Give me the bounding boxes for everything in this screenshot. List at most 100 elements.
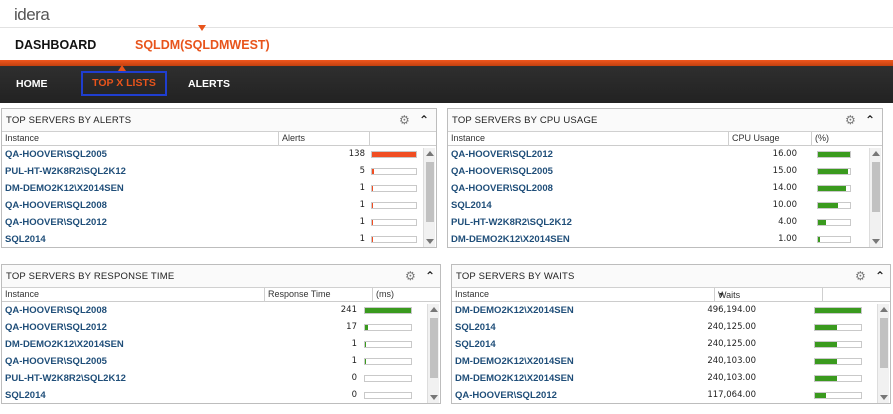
column-waits[interactable]: Waits ▼ bbox=[718, 289, 740, 300]
metric-bar-fill bbox=[818, 186, 846, 191]
instance-link[interactable]: SQL2014 bbox=[455, 322, 496, 333]
instance-link[interactable]: PUL-HT-W2K8R2\SQL2K12 bbox=[5, 373, 126, 384]
instance-link[interactable]: DM-DEMO2K12\X2014SEN bbox=[455, 305, 574, 316]
instance-link[interactable]: DM-DEMO2K12\X2014SEN bbox=[5, 339, 124, 350]
instance-link[interactable]: QA-HOOVER\SQL2008 bbox=[5, 200, 107, 211]
scroll-thumb[interactable] bbox=[880, 318, 888, 368]
table-row[interactable]: DM-DEMO2K12\X2014SEN 1 bbox=[2, 180, 436, 197]
table-row[interactable]: SQL2014 0 bbox=[2, 387, 440, 403]
instance-link[interactable]: PUL-HT-W2K8R2\SQL2K12 bbox=[451, 217, 572, 228]
dashboard-link[interactable]: DASHBOARD bbox=[15, 38, 96, 52]
gear-icon[interactable]: ⚙ bbox=[405, 270, 417, 282]
scroll-up-icon[interactable] bbox=[872, 151, 880, 156]
metric-value: 240,103.00 bbox=[707, 356, 756, 366]
metric-bar bbox=[371, 151, 417, 158]
nav-alerts[interactable]: ALERTS bbox=[188, 78, 230, 90]
scroll-thumb[interactable] bbox=[426, 162, 434, 222]
instance-link[interactable]: QA-HOOVER\SQL2012 bbox=[451, 149, 553, 160]
panel-header: TOP SERVERS BY WAITS ⚙ ⌃ bbox=[452, 265, 890, 288]
panel-top-servers-by-cpu-usage: TOP SERVERS BY CPU USAGE ⚙ ⌃ Instance CP… bbox=[447, 108, 883, 248]
table-row[interactable]: DM-DEMO2K12\X2014SEN 240,103.00 bbox=[452, 353, 890, 370]
instance-link[interactable]: DM-DEMO2K12\X2014SEN bbox=[5, 183, 124, 194]
metric-bar-fill bbox=[365, 325, 369, 330]
brand-bar: idera bbox=[0, 0, 893, 28]
chevron-up-icon[interactable]: ⌃ bbox=[425, 269, 437, 283]
scrollbar[interactable] bbox=[423, 148, 435, 247]
scroll-down-icon[interactable] bbox=[426, 239, 434, 244]
instance-link[interactable]: DM-DEMO2K12\X2014SEN bbox=[455, 373, 574, 384]
column-instance[interactable]: Instance bbox=[451, 133, 485, 143]
metric-bar bbox=[814, 392, 862, 399]
column-instance[interactable]: Instance bbox=[5, 133, 39, 143]
table-row[interactable]: DM-DEMO2K12\X2014SEN 240,103.00 bbox=[452, 370, 890, 387]
table-row[interactable]: DM-DEMO2K12\X2014SEN 1.00 bbox=[448, 231, 882, 247]
table-row[interactable]: QA-HOOVER\SQL2008 1 bbox=[2, 197, 436, 214]
panel-top-servers-by-waits: TOP SERVERS BY WAITS ⚙ ⌃ Instance Waits … bbox=[451, 264, 891, 404]
table-row[interactable]: QA-HOOVER\SQL2008 241 bbox=[2, 302, 440, 319]
scrollbar[interactable] bbox=[877, 304, 889, 403]
table-row[interactable]: SQL2014 1 bbox=[2, 231, 436, 247]
scrollbar[interactable] bbox=[869, 148, 881, 247]
instance-link[interactable]: QA-HOOVER\SQL2008 bbox=[451, 183, 553, 194]
instance-link[interactable]: DM-DEMO2K12\X2014SEN bbox=[455, 356, 574, 367]
instance-link[interactable]: PUL-HT-W2K8R2\SQL2K12 bbox=[5, 166, 126, 177]
scroll-down-icon[interactable] bbox=[430, 395, 438, 400]
metric-bar bbox=[371, 219, 417, 226]
table-row[interactable]: PUL-HT-W2K8R2\SQL2K12 0 bbox=[2, 370, 440, 387]
table-row[interactable]: PUL-HT-W2K8R2\SQL2K12 5 bbox=[2, 163, 436, 180]
table-row[interactable]: QA-HOOVER\SQL2012 17 bbox=[2, 319, 440, 336]
gear-icon[interactable]: ⚙ bbox=[855, 270, 867, 282]
table-row[interactable]: QA-HOOVER\SQL2005 1 bbox=[2, 353, 440, 370]
metric-value: 117,064.00 bbox=[707, 390, 756, 400]
table-row[interactable]: QA-HOOVER\SQL2012 117,064.00 bbox=[452, 387, 890, 403]
table-row[interactable]: QA-HOOVER\SQL2012 1 bbox=[2, 214, 436, 231]
scroll-up-icon[interactable] bbox=[430, 307, 438, 312]
table-row[interactable]: DM-DEMO2K12\X2014SEN 1 bbox=[2, 336, 440, 353]
nav-top-x-lists[interactable]: TOP X LISTS bbox=[81, 65, 167, 96]
chevron-up-icon[interactable]: ⌃ bbox=[419, 113, 431, 127]
chevron-up-icon[interactable]: ⌃ bbox=[865, 113, 877, 127]
chevron-up-icon[interactable]: ⌃ bbox=[875, 269, 887, 283]
table-row[interactable]: QA-HOOVER\SQL2008 14.00 bbox=[448, 180, 882, 197]
instance-link[interactable]: QA-HOOVER\SQL2012 bbox=[455, 390, 557, 401]
table-row[interactable]: PUL-HT-W2K8R2\SQL2K12 4.00 bbox=[448, 214, 882, 231]
scroll-down-icon[interactable] bbox=[872, 239, 880, 244]
table-row[interactable]: QA-HOOVER\SQL2012 16.00 bbox=[448, 146, 882, 163]
scroll-up-icon[interactable] bbox=[426, 151, 434, 156]
gear-icon[interactable]: ⚙ bbox=[399, 114, 411, 126]
table-row[interactable]: QA-HOOVER\SQL2005 15.00 bbox=[448, 163, 882, 180]
column-instance[interactable]: Instance bbox=[5, 289, 39, 299]
table-row[interactable]: SQL2014 10.00 bbox=[448, 197, 882, 214]
instance-link[interactable]: QA-HOOVER\SQL2005 bbox=[451, 166, 553, 177]
column-response-time[interactable]: Response Time bbox=[268, 289, 331, 299]
gear-icon[interactable]: ⚙ bbox=[845, 114, 857, 126]
column-cpu-usage[interactable]: CPU Usage bbox=[732, 133, 780, 143]
scroll-thumb[interactable] bbox=[430, 318, 438, 378]
table-row[interactable]: SQL2014 240,125.00 bbox=[452, 336, 890, 353]
panel-header: TOP SERVERS BY RESPONSE TIME ⚙ ⌃ bbox=[2, 265, 440, 288]
instance-link[interactable]: QA-HOOVER\SQL2005 bbox=[5, 149, 107, 160]
nav-home[interactable]: HOME bbox=[16, 78, 48, 90]
metric-bar bbox=[371, 185, 417, 192]
metric-value: 4.00 bbox=[778, 217, 797, 227]
column-instance[interactable]: Instance bbox=[455, 289, 489, 299]
instance-link[interactable]: DM-DEMO2K12\X2014SEN bbox=[451, 234, 570, 245]
scrollbar[interactable] bbox=[427, 304, 439, 403]
column-alerts[interactable]: Alerts bbox=[282, 133, 305, 143]
table-row[interactable]: QA-HOOVER\SQL2005 138 bbox=[2, 146, 436, 163]
instance-link[interactable]: SQL2014 bbox=[5, 390, 46, 401]
instance-selector[interactable]: SQLDM(SQLDMWEST) bbox=[135, 38, 270, 52]
scroll-down-icon[interactable] bbox=[880, 395, 888, 400]
scroll-thumb[interactable] bbox=[872, 162, 880, 212]
table-row[interactable]: SQL2014 240,125.00 bbox=[452, 319, 890, 336]
instance-link[interactable]: QA-HOOVER\SQL2012 bbox=[5, 322, 107, 333]
instance-link[interactable]: QA-HOOVER\SQL2008 bbox=[5, 305, 107, 316]
table-row[interactable]: DM-DEMO2K12\X2014SEN 496,194.00 bbox=[452, 302, 890, 319]
instance-link[interactable]: QA-HOOVER\SQL2005 bbox=[5, 356, 107, 367]
metric-value: 1 bbox=[359, 200, 365, 210]
instance-link[interactable]: SQL2014 bbox=[5, 234, 46, 245]
instance-link[interactable]: SQL2014 bbox=[451, 200, 492, 211]
scroll-up-icon[interactable] bbox=[880, 307, 888, 312]
instance-link[interactable]: SQL2014 bbox=[455, 339, 496, 350]
instance-link[interactable]: QA-HOOVER\SQL2012 bbox=[5, 217, 107, 228]
